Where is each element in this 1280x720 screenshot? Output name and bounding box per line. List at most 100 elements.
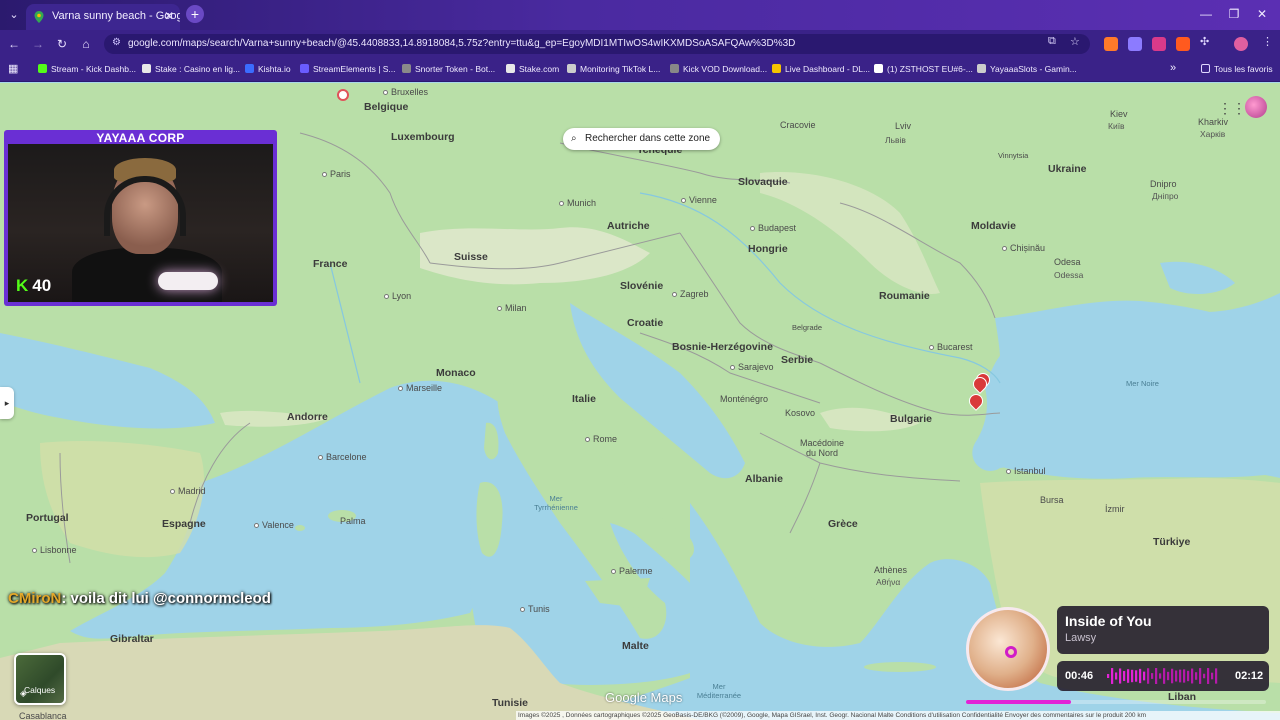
waveform-bar (1191, 668, 1194, 684)
label-country: Slovénie (620, 280, 664, 292)
install-app-icon[interactable]: ⧉ (1048, 35, 1056, 48)
back-icon[interactable]: ← (6, 36, 22, 52)
label-city: Belgrade (792, 323, 823, 332)
tab-close-icon[interactable]: ✕ (164, 9, 174, 23)
maximize-icon[interactable]: ❐ (1224, 7, 1244, 21)
label-city: Cracovie (780, 120, 816, 130)
minimize-icon[interactable]: — (1196, 7, 1216, 21)
label-country: Ukraine (1048, 163, 1087, 175)
track-progress-bar (966, 700, 1266, 704)
label-country: Bosnie-Herzégovine (672, 341, 773, 353)
saved-place-pin[interactable] (337, 89, 349, 101)
waveform-bar (1199, 668, 1202, 684)
label-country: Serbie (781, 354, 814, 366)
search-this-area-button[interactable]: ⌕ Rechercher dans cette zone (563, 128, 721, 150)
microphone-icon (158, 272, 218, 290)
track-progress-fill (966, 700, 1071, 704)
label-city: Palma (340, 516, 366, 526)
streamelements-icon (300, 64, 309, 73)
close-window-icon[interactable]: ✕ (1252, 7, 1272, 21)
label-city: Kiev (1110, 109, 1128, 119)
label-sea: Mer Tyrrhénienne (534, 494, 578, 512)
label-city: Lviv (895, 121, 912, 131)
bookmark-item[interactable]: Monitoring TikTok L... (567, 64, 660, 74)
label-country: Autriche (607, 220, 650, 232)
extension-badge-icon[interactable] (1152, 37, 1166, 51)
apps-icon[interactable]: ▦ (8, 62, 18, 75)
label-city: Bursa (1040, 495, 1064, 505)
kick-vod-icon (670, 64, 679, 73)
all-favorites[interactable]: Tous les favoris (1201, 64, 1273, 74)
webcam-overlay: YAYAAA CORP K 40 (4, 130, 277, 306)
more-bookmarks-icon[interactable]: » (1170, 62, 1176, 74)
tab-search-icon[interactable]: ⌄ (6, 7, 22, 23)
menu-kebab-icon[interactable]: ⋮ (1262, 35, 1273, 48)
label-city: Odessa (1054, 270, 1084, 280)
google-apps-icon[interactable]: ⋮⋮⋮ (1218, 100, 1260, 116)
bookmark-item[interactable]: StreamElements | S... (300, 64, 396, 74)
bookmark-item[interactable]: Stake : Casino en lig... (142, 64, 240, 74)
label-country: Albanie (745, 473, 783, 485)
bookmark-item[interactable]: Stream - Kick Dashb... (38, 64, 136, 74)
kick-icon (38, 64, 47, 73)
label-city: Istanbul (1006, 466, 1046, 476)
bookmark-item[interactable]: Kishta.io (245, 64, 291, 74)
bookmark-item[interactable]: (1) ZSTHOST EU#6-... (874, 64, 973, 74)
label-city: Rome (585, 434, 617, 444)
waveform-bar (1163, 668, 1166, 684)
label-city: Sarajevo (730, 362, 774, 372)
label-city: Αθήνα (876, 577, 901, 587)
label-city: Athènes (874, 565, 908, 575)
forward-icon[interactable]: → (30, 36, 46, 52)
account-avatar[interactable] (1245, 96, 1267, 118)
label-country: Monaco (436, 367, 476, 379)
waveform-bar (1179, 669, 1182, 683)
label-city: İzmir (1105, 504, 1125, 514)
label-country: Moldavie (971, 220, 1016, 232)
address-bar[interactable]: ⚙ google.com/maps/search/Varna+sunny+bea… (104, 34, 1090, 54)
bookmark-item[interactable]: YayaaaSlots - Gamin... (977, 64, 1077, 74)
label-city: Palerme (611, 566, 653, 576)
now-playing-widget: Inside of You Lawsy 00:46 02:12 (962, 603, 1272, 707)
label-city: Paris (322, 169, 351, 179)
bookmark-item[interactable]: Stake.com (506, 64, 559, 74)
waveform-bar (1207, 668, 1210, 684)
extension-wave-icon[interactable] (1128, 37, 1142, 51)
tab-google-maps[interactable]: Varna sunny beach - Google M ✕ (26, 4, 180, 30)
bookmarks-bar: ▦ Stream - Kick Dashb... Stake : Casino … (0, 58, 1280, 82)
label-city: Vinnytsia (998, 151, 1029, 160)
extension-flame-icon[interactable] (1176, 37, 1190, 51)
waveform-bar (1123, 671, 1126, 681)
new-tab-button[interactable]: + (186, 5, 204, 23)
layers-label: ◈ Calques (20, 685, 56, 698)
label-city: Marseille (398, 383, 442, 393)
elapsed-time: 00:46 (1065, 670, 1094, 682)
bookmark-item[interactable]: Live Dashboard - DL... (772, 64, 870, 74)
label-country: Andorre (287, 411, 328, 423)
label-city: Дніпро (1152, 191, 1179, 201)
layers-button[interactable]: ◈ Calques (14, 653, 66, 705)
profile-avatar[interactable] (1234, 37, 1248, 51)
label-city: Kosovo (785, 408, 816, 418)
label-city: Vienne (681, 195, 717, 205)
label-city: Zagreb (672, 289, 709, 299)
vinyl-center-icon (1005, 646, 1017, 658)
waveform-icon (1107, 668, 1218, 684)
bookmark-star-icon[interactable]: ☆ (1070, 35, 1080, 48)
label-city: Milan (497, 303, 527, 313)
url-text: google.com/maps/search/Varna+sunny+beach… (128, 38, 796, 49)
reload-icon[interactable]: ↻ (54, 36, 70, 52)
zsthost-icon (874, 64, 883, 73)
extension-fox-icon[interactable] (1104, 37, 1118, 51)
waveform-bar (1119, 668, 1122, 684)
bookmark-item[interactable]: Snorter Token - Bot... (402, 64, 495, 74)
home-icon[interactable]: ⌂ (78, 36, 94, 52)
label-country: Espagne (162, 518, 206, 530)
extensions-puzzle-icon[interactable]: ✣ (1200, 35, 1209, 48)
bookmark-item[interactable]: Kick VOD Download... (670, 64, 767, 74)
waveform-bar (1143, 671, 1146, 681)
collapse-panel-button[interactable]: ▸ (0, 387, 14, 419)
label-country: Hongrie (748, 243, 788, 255)
site-info-icon[interactable]: ⚙ (112, 37, 121, 48)
chat-username: CMiroN (8, 590, 62, 607)
